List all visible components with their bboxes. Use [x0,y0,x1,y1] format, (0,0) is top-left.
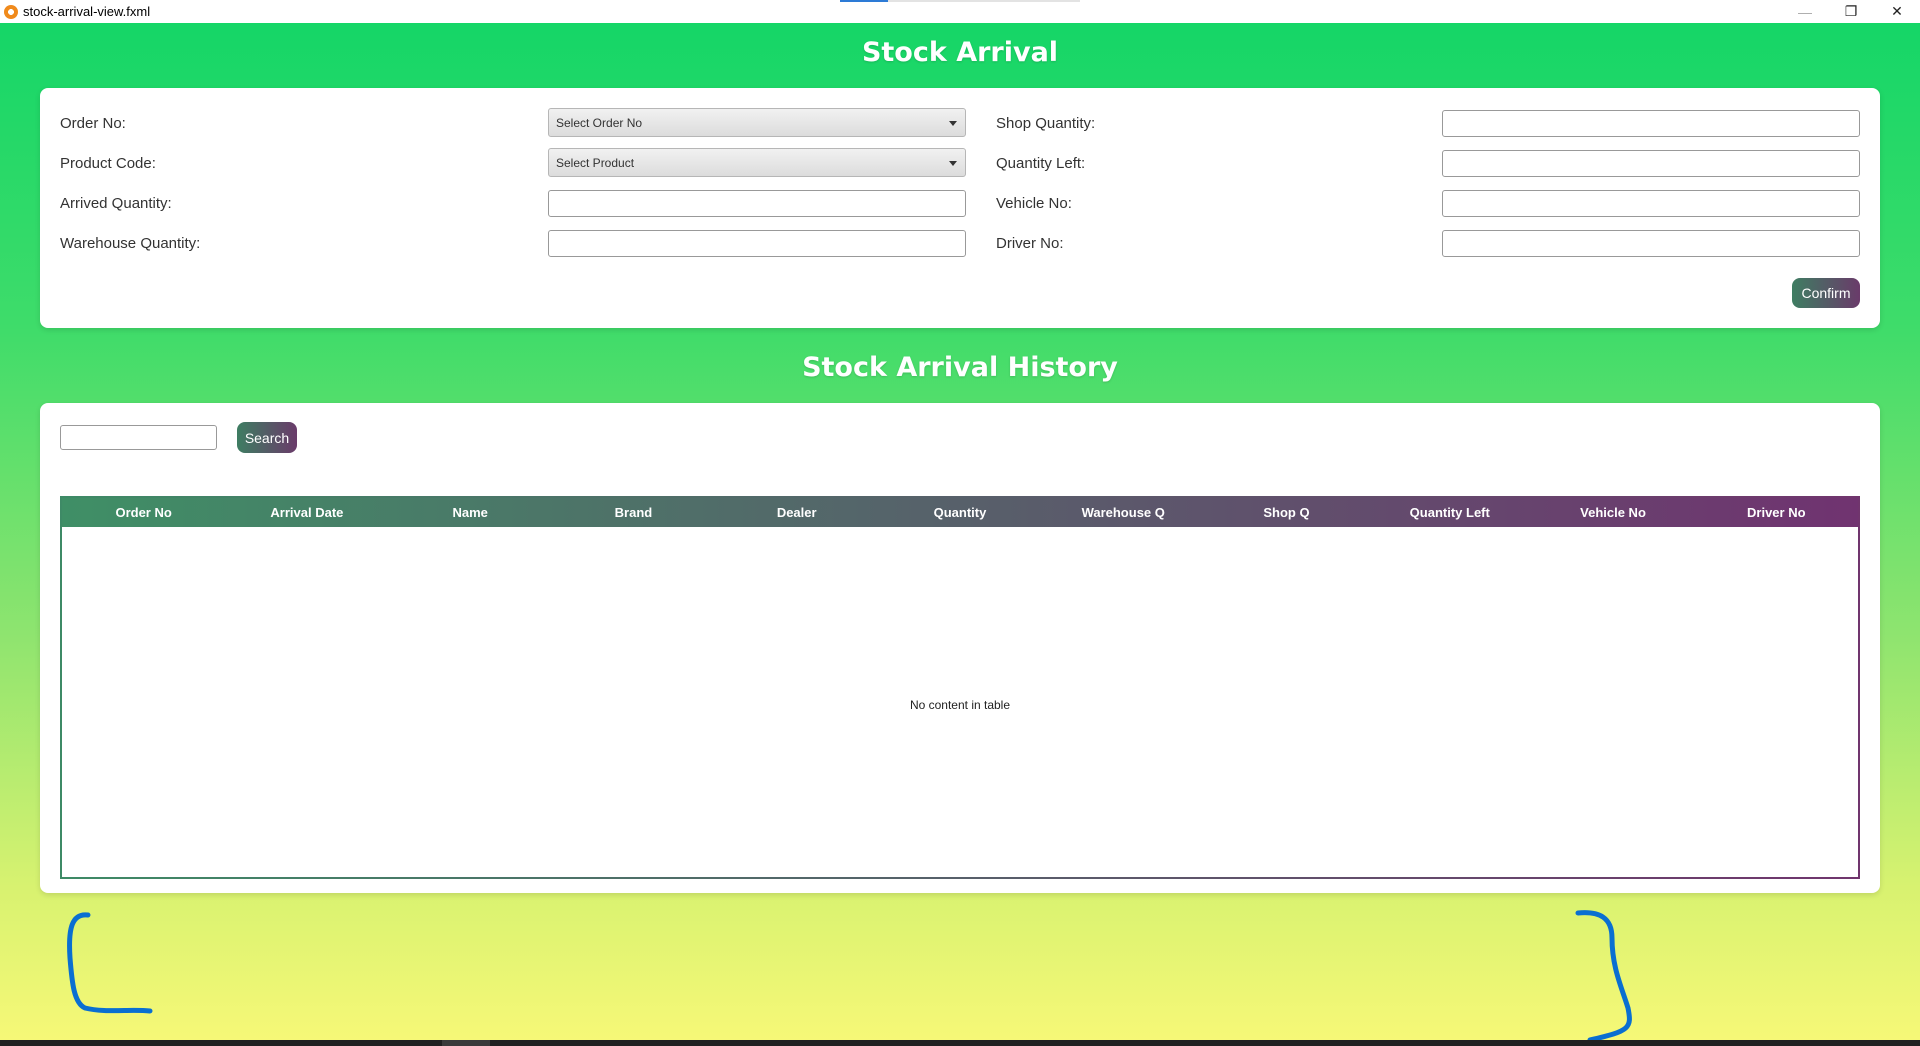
annotation-scribbles [67,910,1632,1040]
title-tab-indicator [840,0,1080,2]
close-icon[interactable]: ✕ [1874,0,1920,23]
left-bracket-scribble [67,912,153,1014]
restore-icon[interactable]: ❐ [1828,0,1874,23]
window-title-bar: stock-arrival-view.fxml — ❐ ✕ [0,0,1920,23]
minimize-icon[interactable]: — [1782,0,1828,23]
window-title: stock-arrival-view.fxml [23,4,151,19]
app-icon [4,4,18,19]
taskbar [0,1040,1920,1046]
app-surface: Stock Arrival Order No: Select Order No … [0,23,1920,1040]
right-bracket-scribble [1575,910,1632,1040]
